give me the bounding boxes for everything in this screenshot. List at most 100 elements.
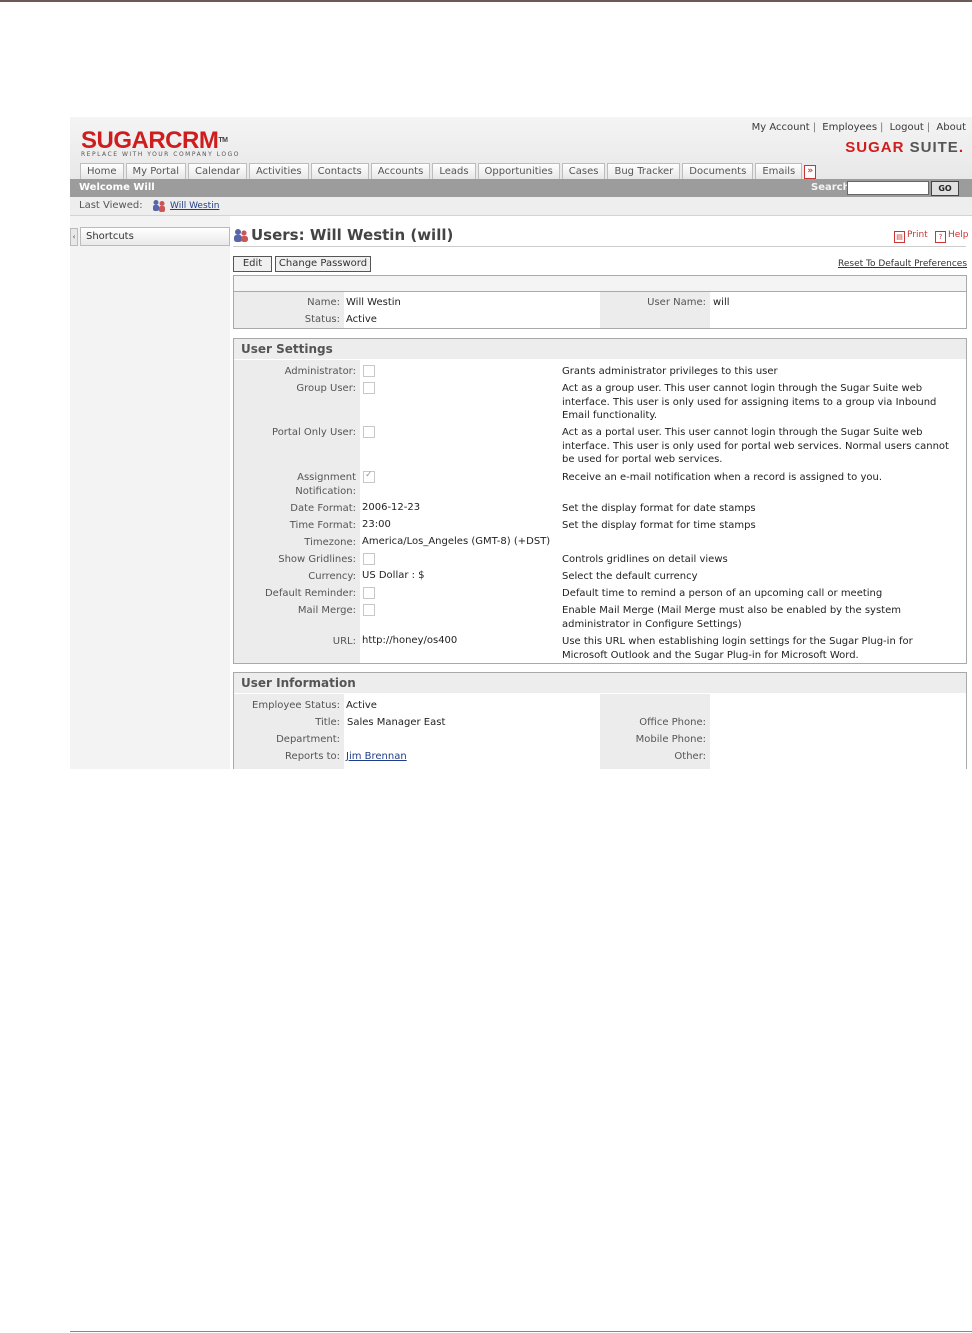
other-phone-label: Other: [674, 751, 706, 762]
users-icon [234, 229, 248, 242]
setting-checkbox[interactable] [363, 587, 375, 599]
setting-checkbox[interactable] [363, 382, 375, 394]
last-viewed-label: Last Viewed: [79, 200, 143, 211]
setting-description: Controls gridlines on detail views [562, 554, 728, 565]
setting-checkbox[interactable] [363, 553, 375, 565]
last-viewed-link[interactable]: Will Westin [170, 201, 219, 211]
status-label: Status: [304, 314, 340, 325]
reports-to-label: Reports to: [285, 751, 340, 762]
basic-info-panel: Name: Will Westin User Name: will Status… [233, 275, 967, 329]
sugarcrm-logo[interactable]: SUGARCRMTM REPLACE WITH YOUR COMPANY LOG… [81, 128, 240, 159]
setting-value: America/Los_Angeles (GMT-8) (+DST) [362, 536, 551, 547]
sugar-suite-logo: SUGAR SUITE. [845, 139, 964, 156]
setting-description: Act as a portal user. This user cannot l… [562, 427, 949, 465]
user-settings-title: User Settings [234, 339, 966, 359]
page-title: Users: Will Westin (will) [251, 226, 454, 244]
office-phone-label: Office Phone: [639, 717, 706, 728]
setting-checkbox[interactable] [363, 426, 375, 438]
tab-accounts[interactable]: Accounts [370, 163, 431, 179]
help-label: Help [948, 230, 969, 240]
tab-emails[interactable]: Emails [755, 163, 803, 179]
print-icon: ▤ [894, 231, 905, 243]
help-link[interactable]: ? Help [935, 230, 969, 243]
user-icon [153, 200, 165, 212]
setting-description: Act as a group user. This user cannot lo… [562, 383, 937, 421]
setting-label: URL: [332, 636, 356, 647]
setting-value: http://honey/os400 [362, 635, 458, 646]
title-label: Title: [315, 717, 340, 728]
change-password-button[interactable]: Change Password [275, 256, 371, 272]
collapse-sidebar-icon[interactable]: ‹ [70, 228, 78, 246]
page-top-rule [0, 0, 972, 2]
setting-label: Timezone: [304, 537, 356, 548]
name-value: Will Westin [346, 297, 401, 308]
search-input[interactable] [847, 181, 929, 195]
tab-contacts[interactable]: Contacts [310, 163, 369, 179]
app-header: SUGARCRMTM REPLACE WITH YOUR COMPANY LOG… [70, 117, 972, 179]
print-label: Print [907, 230, 928, 240]
edit-button[interactable]: Edit [233, 256, 272, 272]
setting-label: Date Format: [290, 503, 356, 514]
status-value: Active [346, 314, 377, 325]
setting-description: Enable Mail Merge (Mail Merge must also … [562, 605, 902, 630]
setting-description: Receive an e-mail notification when a re… [562, 472, 882, 483]
setting-label: Default Reminder: [264, 588, 356, 599]
user-information-title: User Information [234, 673, 966, 693]
setting-label: Administrator: [284, 366, 356, 377]
tab-calendar[interactable]: Calendar [188, 163, 247, 179]
setting-description: Set the display format for date stamps [562, 503, 756, 514]
tab-leads[interactable]: Leads [432, 163, 476, 179]
setting-label: Mail Merge: [297, 605, 356, 616]
setting-label: Time Format: [289, 520, 356, 531]
setting-label: Portal Only User: [272, 427, 356, 438]
setting-checkbox[interactable] [363, 604, 375, 616]
setting-value: US Dollar : $ [362, 570, 425, 581]
top-links: My Account | Employees | Logout | About [751, 122, 966, 133]
setting-description: Set the display format for time stamps [562, 520, 756, 531]
logout-link[interactable]: Logout [890, 122, 924, 133]
employee-status-value: Active [346, 700, 377, 711]
employees-link[interactable]: Employees [822, 122, 877, 133]
title-divider [233, 246, 966, 247]
suite-logo-b: SUITE [909, 139, 959, 156]
name-label: Name: [307, 297, 340, 308]
left-sidebar: ‹ Shortcuts [70, 216, 230, 769]
tab-my-portal[interactable]: My Portal [125, 163, 186, 179]
mobile-phone-label: Mobile Phone: [635, 734, 706, 745]
setting-description: Default time to remind a person of an up… [562, 588, 883, 599]
setting-value: 2006-12-23 [362, 502, 421, 513]
tab-home[interactable]: Home [80, 163, 124, 179]
setting-description: Use this URL when establishing login set… [562, 636, 913, 661]
tab-bug-tracker[interactable]: Bug Tracker [607, 163, 681, 179]
logo-tagline: REPLACE WITH YOUR COMPANY LOGO [81, 151, 240, 158]
department-label: Department: [276, 734, 340, 745]
about-link[interactable]: About [936, 122, 966, 133]
more-tabs-icon[interactable]: » [804, 165, 817, 179]
reset-preferences-link[interactable]: Reset To Default Preferences [838, 259, 967, 269]
search-label: Search [811, 182, 850, 193]
setting-label: Assignment Notification: [295, 472, 356, 497]
suite-logo-c: . [958, 139, 964, 156]
sugarcrm-window: SUGARCRMTM REPLACE WITH YOUR COMPANY LOG… [70, 117, 972, 769]
setting-description: Grants administrator privileges to this … [562, 366, 778, 377]
username-value: will [713, 297, 730, 308]
setting-description: Select the default currency [562, 571, 698, 582]
print-link[interactable]: ▤ Print [894, 230, 928, 243]
tab-cases[interactable]: Cases [561, 163, 606, 179]
tab-opportunities[interactable]: Opportunities [477, 163, 560, 179]
setting-checkbox[interactable] [363, 470, 375, 483]
search-go-button[interactable]: GO [931, 181, 959, 196]
setting-checkbox[interactable] [363, 365, 375, 377]
setting-label: Group User: [296, 383, 356, 394]
shortcuts-header[interactable]: Shortcuts [80, 227, 230, 246]
setting-value: 23:00 [362, 519, 391, 530]
module-tabs: Home My Portal Calendar Activities Conta… [80, 163, 817, 179]
my-account-link[interactable]: My Account [752, 122, 810, 133]
tab-documents[interactable]: Documents [682, 163, 754, 179]
suite-logo-a: SUGAR [845, 139, 905, 156]
logo-tm: TM [218, 137, 228, 144]
reports-to-link[interactable]: Jim Brennan [346, 751, 407, 762]
title-value: Sales Manager East [347, 717, 446, 728]
basic-info-header [234, 276, 966, 292]
tab-activities[interactable]: Activities [248, 163, 309, 179]
